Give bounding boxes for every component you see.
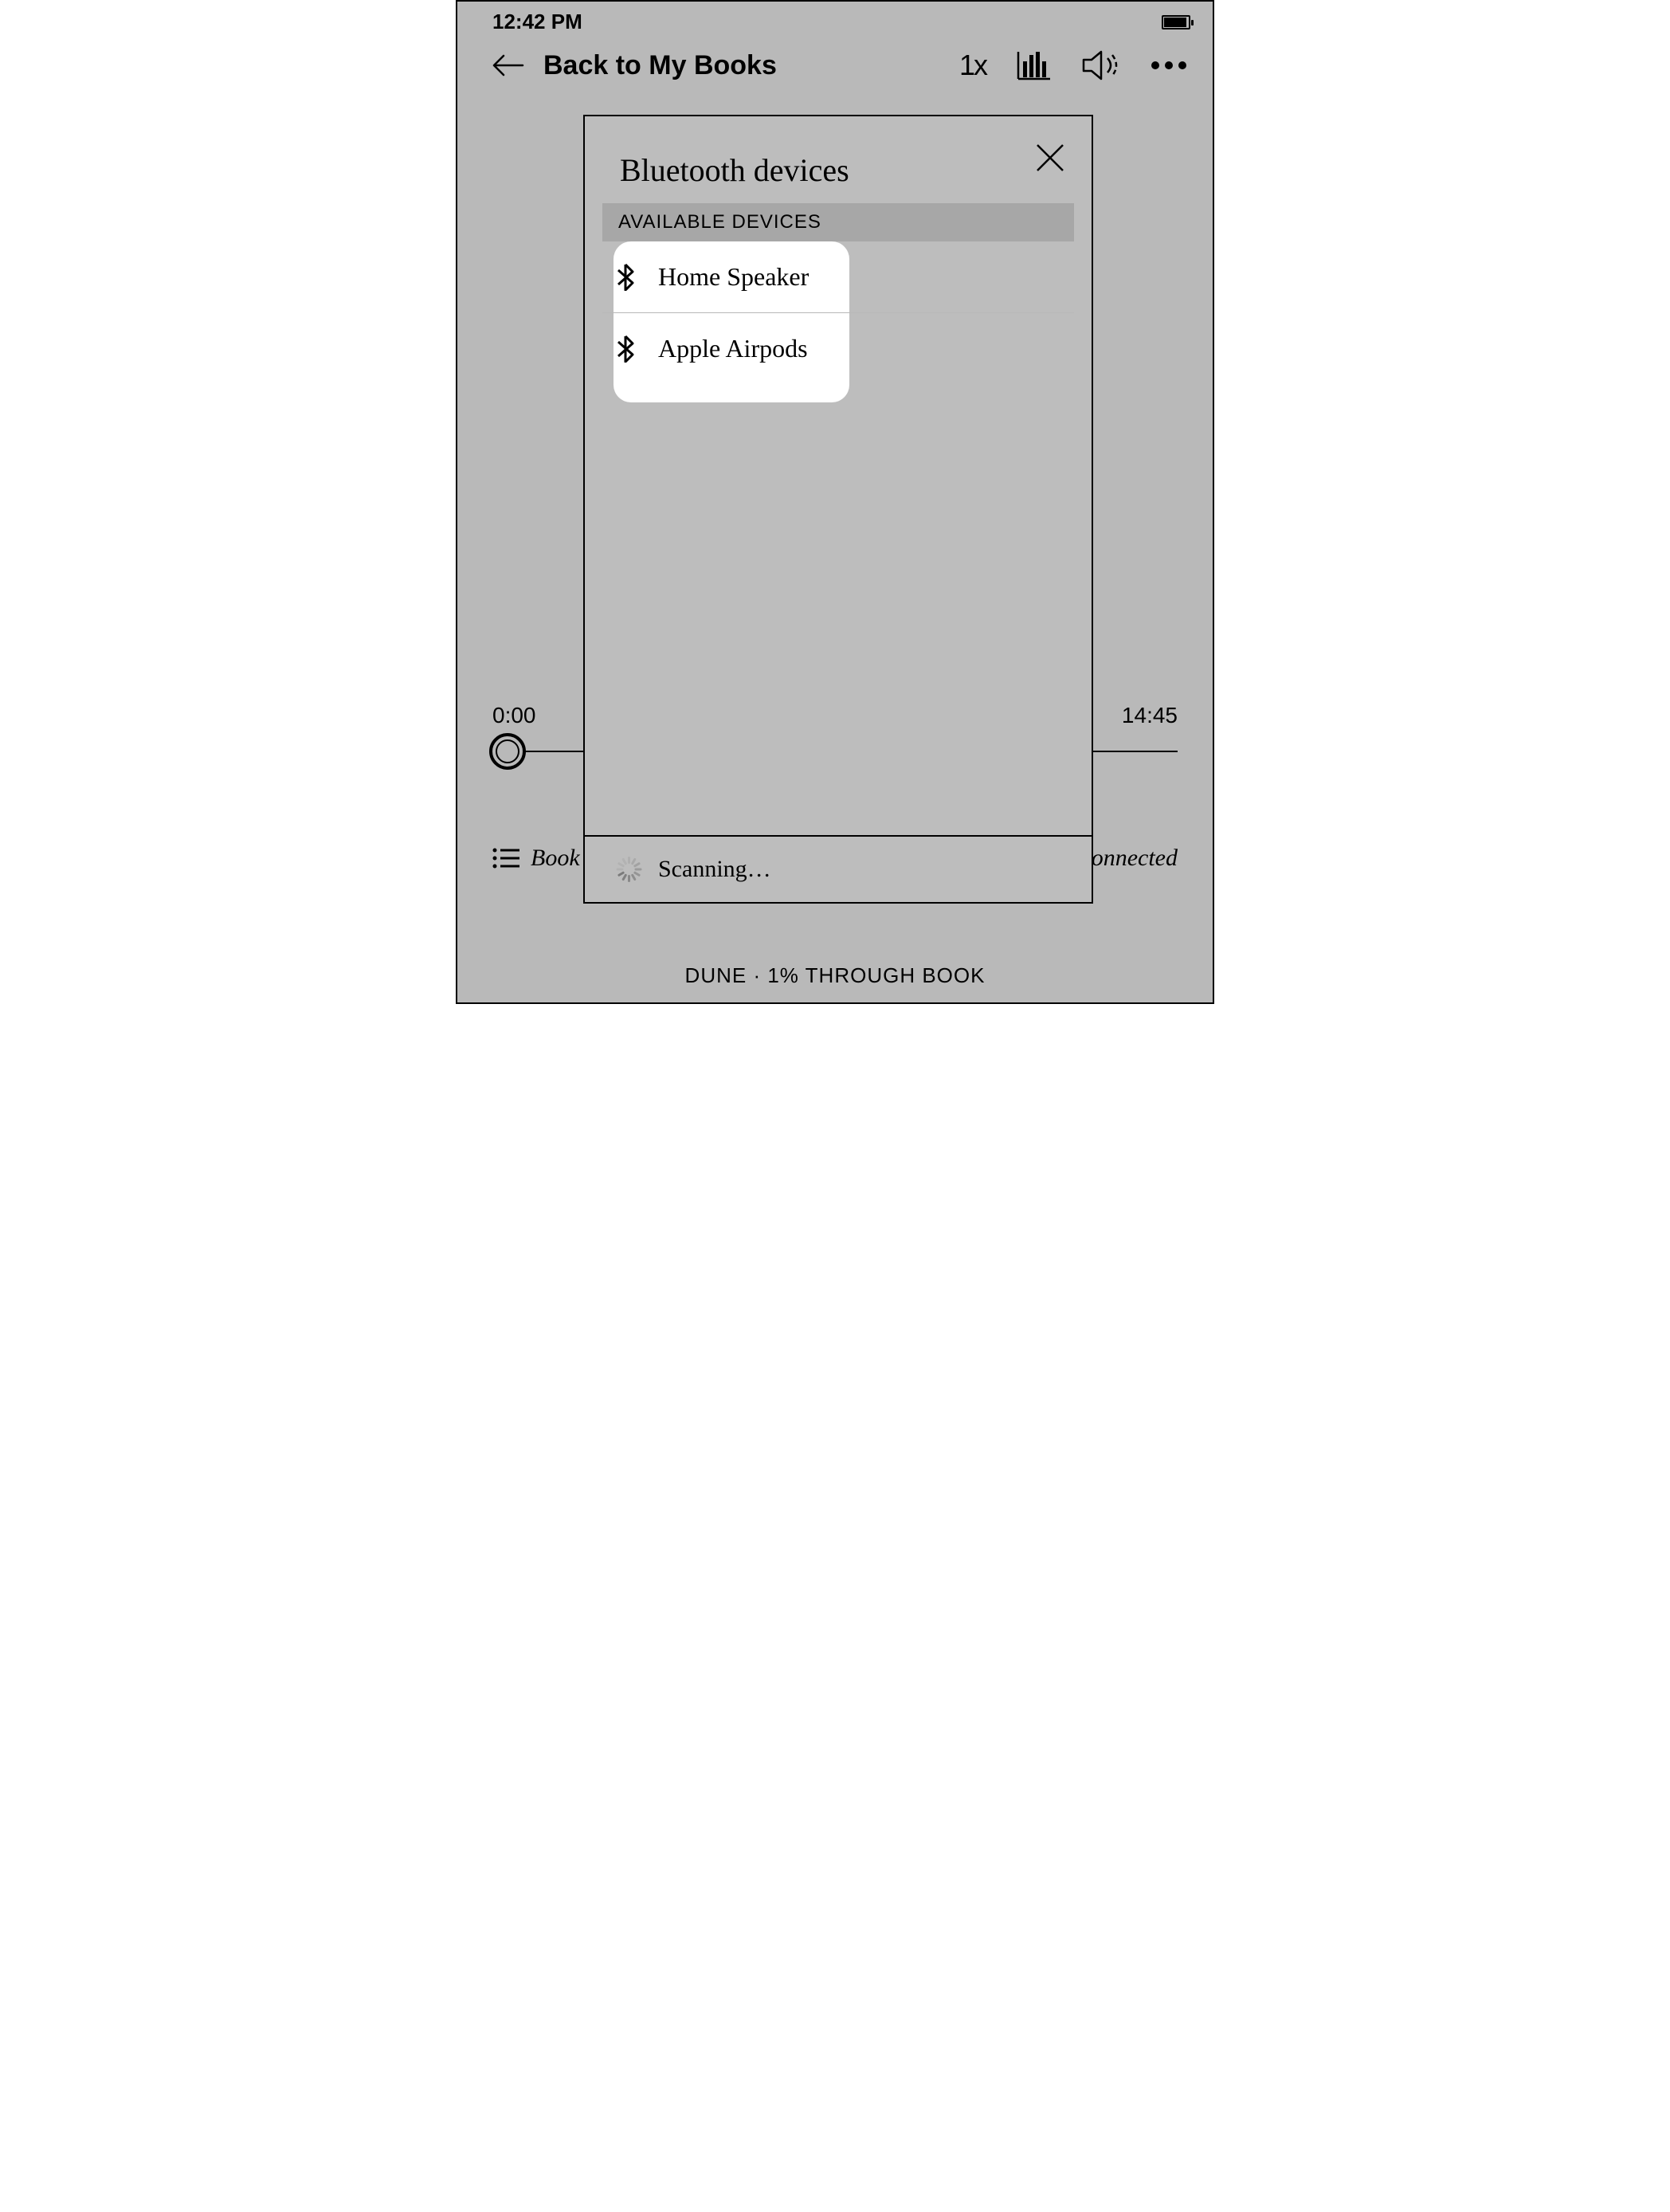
- device-row[interactable]: Apple Airpods: [602, 313, 1074, 384]
- close-button[interactable]: [1033, 140, 1068, 175]
- device-name: Apple Airpods: [658, 334, 808, 363]
- list-icon: [492, 847, 519, 869]
- playback-speed-button[interactable]: 1x: [959, 49, 986, 82]
- more-icon[interactable]: [1151, 61, 1187, 70]
- device-name: Home Speaker: [658, 262, 809, 292]
- bluetooth-modal: Bluetooth devices AVAILABLE DEVICES Home…: [583, 115, 1093, 904]
- spinner-icon: [617, 857, 642, 882]
- device-list: Home Speaker Apple Airpods: [602, 241, 1074, 384]
- back-button[interactable]: [492, 53, 524, 77]
- modal-title: Bluetooth devices: [620, 151, 1060, 189]
- status-bar: 12:42 PM: [457, 2, 1213, 39]
- top-nav: Back to My Books 1x: [457, 39, 1213, 92]
- modal-footer: Scanning…: [585, 835, 1092, 902]
- back-label[interactable]: Back to My Books: [543, 50, 940, 81]
- scanning-label: Scanning…: [658, 856, 771, 883]
- section-header: AVAILABLE DEVICES: [602, 203, 1074, 241]
- footer-caption: DUNE · 1% THROUGH BOOK: [457, 963, 1213, 988]
- bluetooth-icon: [617, 335, 634, 363]
- elapsed-time: 0:00: [492, 703, 536, 728]
- device-row[interactable]: Home Speaker: [602, 241, 1074, 313]
- bluetooth-icon: [617, 264, 634, 291]
- remaining-time: 14:45: [1122, 703, 1178, 728]
- progress-thumb[interactable]: [489, 733, 526, 770]
- screen: 12:42 PM Back to My Books 1x: [456, 0, 1214, 1004]
- battery-icon: [1162, 15, 1190, 29]
- clock: 12:42 PM: [492, 10, 582, 34]
- equalizer-icon[interactable]: [1017, 50, 1052, 80]
- speaker-icon[interactable]: [1082, 50, 1120, 80]
